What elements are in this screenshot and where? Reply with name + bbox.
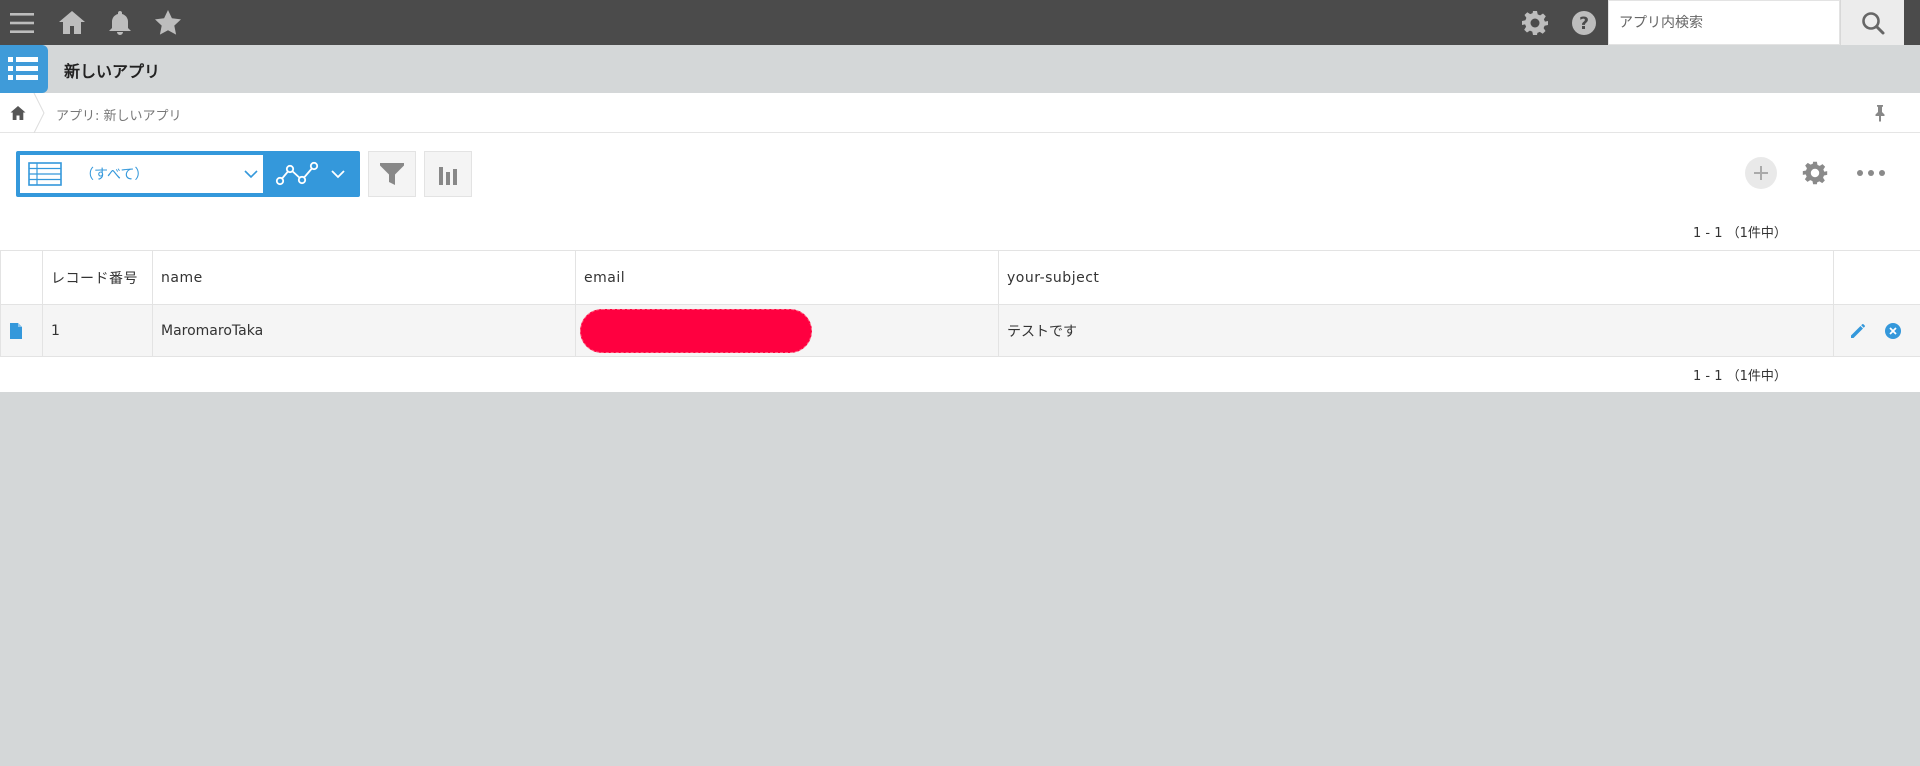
view-selector-inner: （すべて） [20, 155, 263, 193]
filter-icon [380, 163, 404, 185]
global-header: ? [0, 0, 1920, 45]
pagination-bottom: 1 - 1 （1件中） [1693, 369, 1787, 384]
filter-button[interactable] [368, 151, 416, 197]
view-name: （すべて） [80, 167, 149, 183]
table-header-row: レコード番号 name email your-subject [0, 250, 1920, 305]
record-no-cell: 1 [42, 304, 153, 357]
graph-icon [275, 161, 319, 186]
delete-icon[interactable] [1884, 322, 1902, 340]
pagination-top: 1 - 1 （1件中） [1693, 226, 1787, 241]
table-icon [28, 162, 62, 186]
list-app-icon[interactable] [0, 45, 48, 93]
breadcrumb: アプリ: 新しいアプリ [0, 93, 1920, 133]
plus-icon [1754, 166, 1768, 180]
breadcrumb-separator [33, 93, 45, 133]
app-title[interactable]: 新しいアプリ [64, 58, 160, 82]
svg-text:?: ? [1579, 14, 1589, 34]
column-header-blank [0, 250, 43, 305]
home-icon[interactable] [56, 7, 88, 39]
graph-selector-button[interactable] [267, 151, 360, 197]
gear-icon[interactable] [1519, 7, 1551, 39]
star-icon[interactable] [152, 7, 184, 39]
app-settings-gear-icon[interactable] [1800, 158, 1830, 188]
menu-icon[interactable] [6, 7, 38, 39]
bell-icon[interactable] [104, 7, 136, 39]
redacted-email [580, 308, 812, 353]
subject-cell: テストです [998, 304, 1834, 357]
home-icon[interactable] [9, 104, 27, 122]
pin-icon[interactable] [1870, 103, 1890, 123]
add-record-button[interactable] [1745, 157, 1777, 189]
records-table: レコード番号 name email your-subject 1 Maromar… [0, 250, 1920, 357]
table-row: 1 MaromaroTaka テストです [0, 304, 1920, 357]
search-button[interactable] [1840, 0, 1904, 45]
chevron-down-icon [244, 170, 258, 179]
record-detail-cell [0, 304, 43, 357]
column-header-actions [1833, 250, 1920, 305]
document-icon[interactable] [9, 322, 23, 340]
email-cell [575, 304, 999, 357]
breadcrumb-app-link[interactable]: アプリ: 新しいアプリ [56, 105, 182, 124]
view-selector[interactable]: （すべて） [16, 151, 267, 197]
help-icon[interactable]: ? [1568, 7, 1600, 39]
pencil-icon[interactable] [1848, 321, 1868, 341]
chevron-down-icon [331, 170, 345, 179]
column-header-record-no[interactable]: レコード番号 [42, 250, 153, 305]
app-header: 新しいアプリ [0, 45, 1920, 93]
column-header-email[interactable]: email [575, 250, 999, 305]
graph-chart-button[interactable] [424, 151, 472, 197]
row-actions-cell [1833, 304, 1920, 357]
bar-chart-icon [439, 167, 457, 185]
app-search-input[interactable] [1608, 0, 1840, 45]
column-header-name[interactable]: name [152, 250, 576, 305]
more-icon[interactable] [1855, 163, 1887, 183]
search-icon [1861, 11, 1884, 34]
record-list-panel: アプリ: 新しいアプリ （すべて） 1 - 1 （1件中） レコード番号 nam… [0, 93, 1920, 392]
column-header-subject[interactable]: your-subject [998, 250, 1834, 305]
name-cell: MaromaroTaka [152, 304, 576, 357]
